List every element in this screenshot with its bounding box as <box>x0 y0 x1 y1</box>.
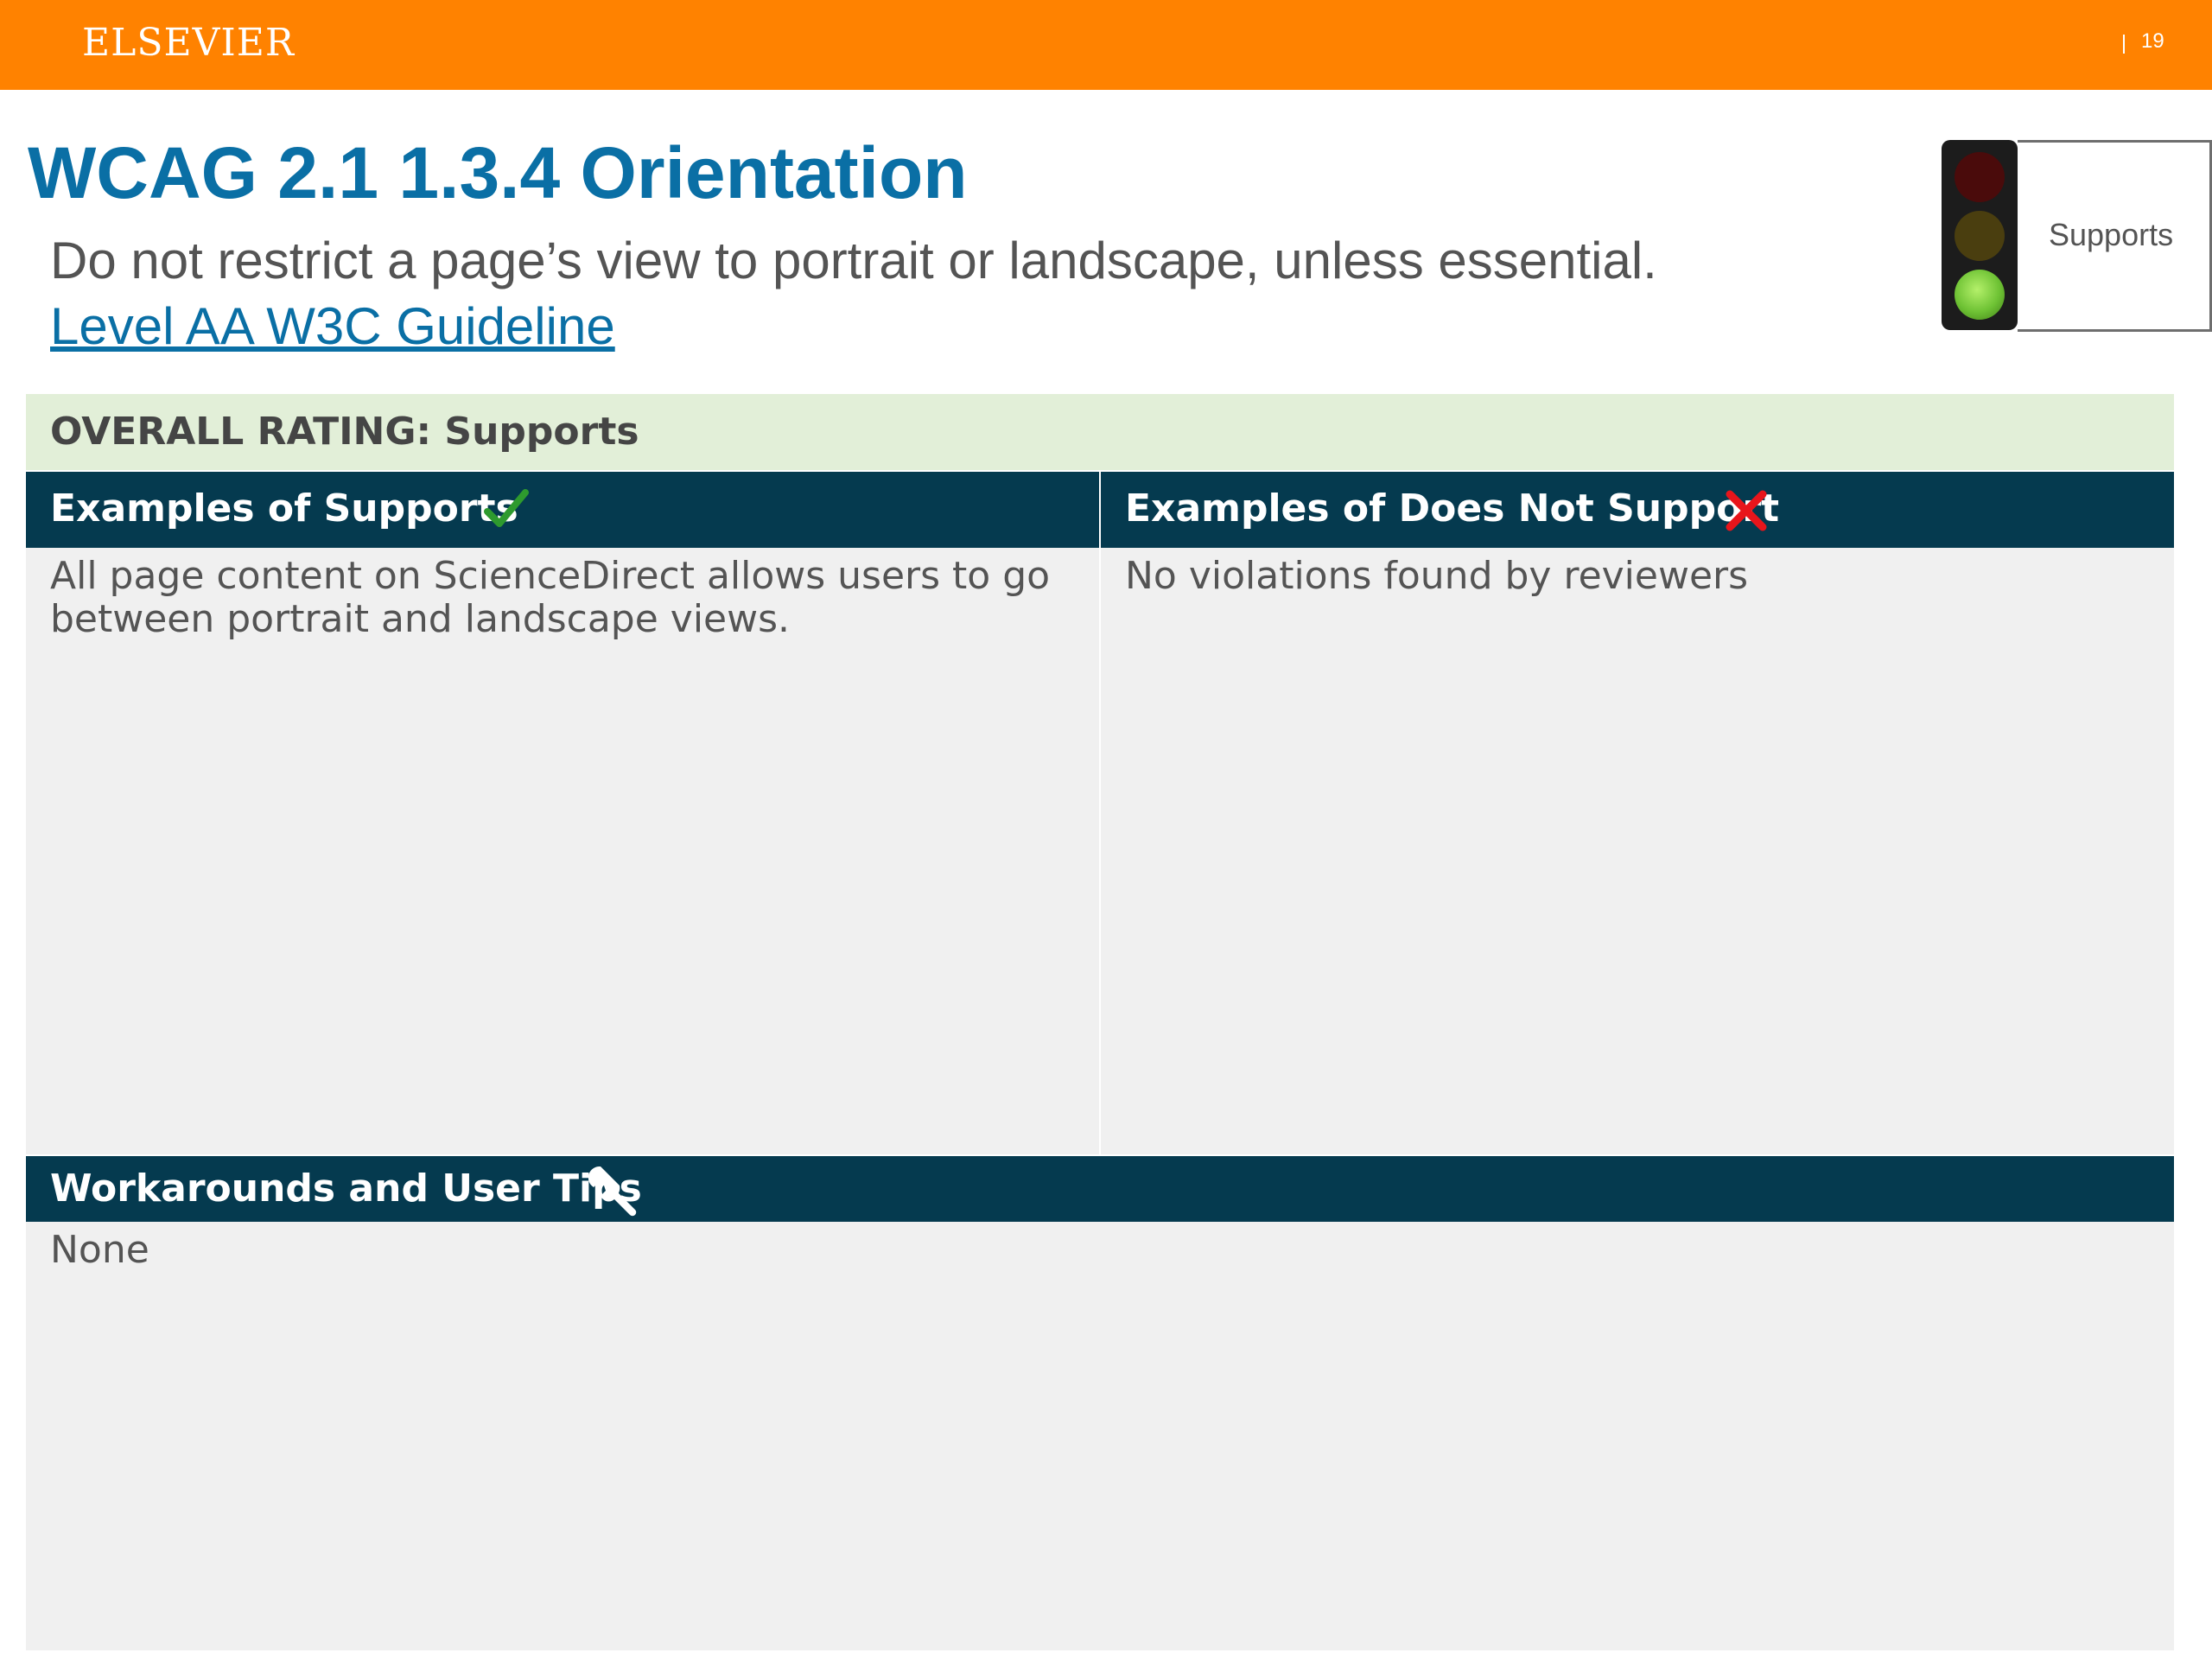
overall-rating: OVERALL RATING: Supports <box>50 410 639 454</box>
supports-cell: All page content on ScienceDirect allows… <box>26 548 1099 1154</box>
supports-text: All page content on ScienceDirect allows… <box>50 554 1051 641</box>
workarounds-text: None <box>50 1228 149 1272</box>
yellow-light <box>1955 211 2005 261</box>
overall-rating-bar: OVERALL RATING: Supports <box>26 394 2174 470</box>
cross-icon <box>1726 490 1767 531</box>
does-not-support-text: No violations found by reviewers <box>1125 554 1749 598</box>
status-label: Supports <box>2049 217 2174 252</box>
criterion-description: Do not restrict a page’s view to portrai… <box>50 232 1657 289</box>
check-icon <box>484 489 529 527</box>
does-not-support-header: Examples of Does Not Support <box>1101 472 2174 548</box>
supports-heading: Examples of Supports <box>50 486 518 531</box>
workarounds-cell: None <box>26 1222 2174 1650</box>
w3c-guideline-link[interactable]: Level AA W3C Guideline <box>50 292 615 361</box>
traffic-light-icon <box>1942 140 2018 330</box>
top-bar: ELSEVIER 19 <box>0 0 2212 90</box>
red-light <box>1955 152 2005 202</box>
page-title: WCAG 2.1 1.3.4 Orientation <box>28 132 968 213</box>
wrench-icon <box>588 1166 637 1217</box>
supports-header: Examples of Supports <box>26 472 1099 548</box>
does-not-support-heading: Examples of Does Not Support <box>1125 486 1780 531</box>
brand-logo: ELSEVIER <box>82 21 296 65</box>
green-light <box>1955 270 2005 320</box>
does-not-support-cell: No violations found by reviewers <box>1101 548 2174 1154</box>
workarounds-heading: Workarounds and User Tips <box>50 1166 642 1211</box>
page-separator <box>2123 35 2125 54</box>
workarounds-header: Workarounds and User Tips <box>26 1156 2174 1222</box>
page-number: 19 <box>2141 29 2164 53</box>
status-badge: Supports <box>2018 140 2212 332</box>
